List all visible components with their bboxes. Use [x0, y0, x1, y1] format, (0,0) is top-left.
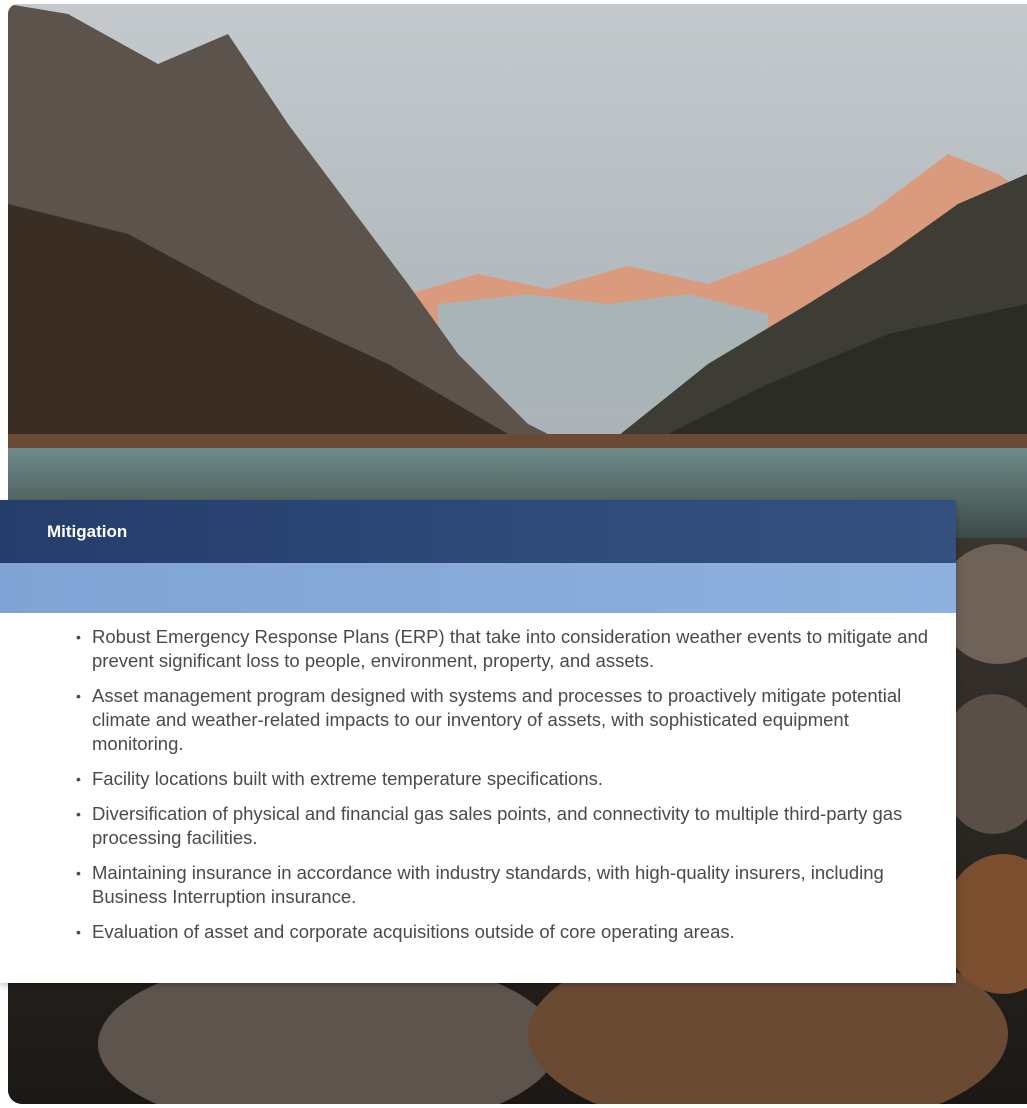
- list-item-text: Facility locations built with extreme te…: [92, 768, 604, 789]
- panel-header: Mitigation: [0, 500, 956, 563]
- list-item: • Diversification of physical and financi…: [76, 802, 936, 850]
- bullet-icon: •: [76, 865, 81, 881]
- mitigation-list: • Robust Emergency Response Plans (ERP) t…: [76, 625, 936, 944]
- list-item-text: Evaluation of asset and corporate acquis…: [92, 921, 735, 942]
- bullet-icon: •: [76, 924, 81, 940]
- mitigation-panel: Mitigation • Robust Emergency Response Pl…: [0, 500, 956, 983]
- bullet-icon: •: [76, 688, 81, 704]
- bullet-icon: •: [76, 771, 81, 787]
- list-item-text: Maintaining insurance in accordance with…: [92, 862, 884, 907]
- list-item-text: Asset management program designed with s…: [92, 685, 902, 754]
- panel-body: • Robust Emergency Response Plans (ERP) t…: [0, 613, 956, 944]
- list-item: • Evaluation of asset and corporate acqui…: [76, 920, 936, 944]
- list-item: • Asset management program designed with …: [76, 684, 936, 756]
- bullet-icon: •: [76, 806, 81, 822]
- panel-subheader-bar: [0, 563, 956, 613]
- list-item: • Robust Emergency Response Plans (ERP) t…: [76, 625, 936, 673]
- list-item: • Maintaining insurance in accordance wit…: [76, 861, 936, 909]
- list-item-text: Diversification of physical and financia…: [92, 803, 903, 848]
- bullet-icon: •: [76, 629, 81, 645]
- list-item: • Facility locations built with extreme t…: [76, 767, 936, 791]
- list-item-text: Robust Emergency Response Plans (ERP) th…: [92, 626, 929, 671]
- panel-title: Mitigation: [47, 521, 128, 541]
